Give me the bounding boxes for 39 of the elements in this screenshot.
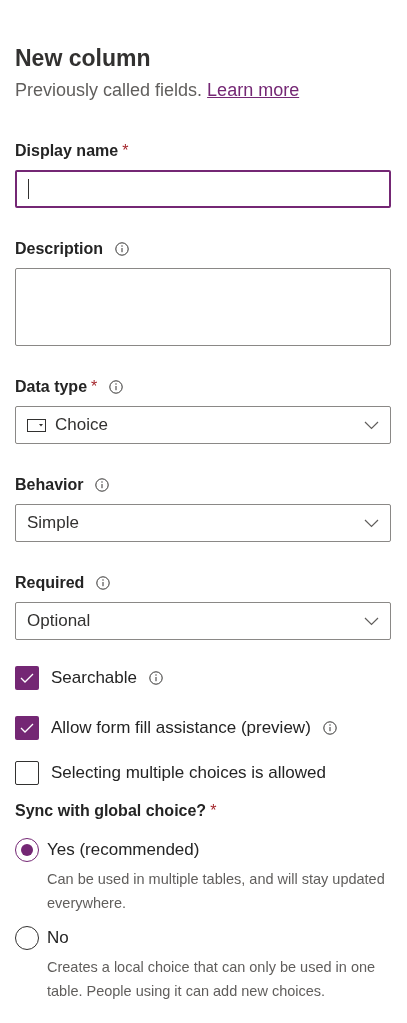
field-label: Description xyxy=(15,240,103,258)
option-description: Creates a local choice that can only be used in one table. People using it can add new choices. xyxy=(47,958,377,1001)
radio-label: No xyxy=(47,928,69,948)
field-label: Display name * xyxy=(15,142,129,160)
learn-more-link[interactable]: Learn more xyxy=(207,80,300,100)
chevron-down-icon xyxy=(364,420,379,430)
radio-label: Yes (recommended) xyxy=(47,840,200,860)
checkbox[interactable] xyxy=(15,761,39,785)
info-icon[interactable] xyxy=(109,380,124,394)
chevron-down-icon xyxy=(364,518,379,528)
info-icon[interactable] xyxy=(322,721,337,735)
dropdown[interactable]: Choice xyxy=(15,406,391,444)
subtitle: Previously called fields. Learn more xyxy=(15,79,301,102)
description-textarea[interactable] xyxy=(15,268,391,346)
checkbox[interactable] xyxy=(15,716,39,740)
panel-title: New column xyxy=(15,44,152,73)
info-icon[interactable] xyxy=(96,576,111,590)
field-label: Data type * xyxy=(15,378,98,396)
checkbox-label: Selecting multiple choices is allowed xyxy=(51,763,326,783)
option-description: Can be used in multiple tables, and will stay updated everywhere. xyxy=(47,870,386,913)
field-label: Required xyxy=(15,574,85,592)
dropdown-value: Simple xyxy=(27,513,79,533)
info-icon[interactable] xyxy=(149,671,163,685)
dropdown-value: Optional xyxy=(27,611,91,631)
dropdown[interactable]: Optional xyxy=(15,602,391,640)
checkmark-icon xyxy=(20,723,34,733)
checkbox[interactable] xyxy=(15,666,39,690)
chevron-down-icon xyxy=(364,616,379,626)
info-icon[interactable] xyxy=(115,242,129,256)
checkbox-label: Allow form fill assistance (preview) xyxy=(51,718,311,738)
info-icon[interactable] xyxy=(95,478,110,492)
dropdown-value: Choice xyxy=(55,415,108,435)
checkmark-icon xyxy=(20,673,34,683)
display-name-input[interactable] xyxy=(15,170,391,208)
field-label: Sync with global choice? * xyxy=(15,802,218,820)
checkbox-label: Searchable xyxy=(51,668,137,688)
field-label: Behavior xyxy=(15,476,84,494)
dropdown[interactable]: Simple xyxy=(15,504,391,542)
text-cursor xyxy=(28,179,29,199)
